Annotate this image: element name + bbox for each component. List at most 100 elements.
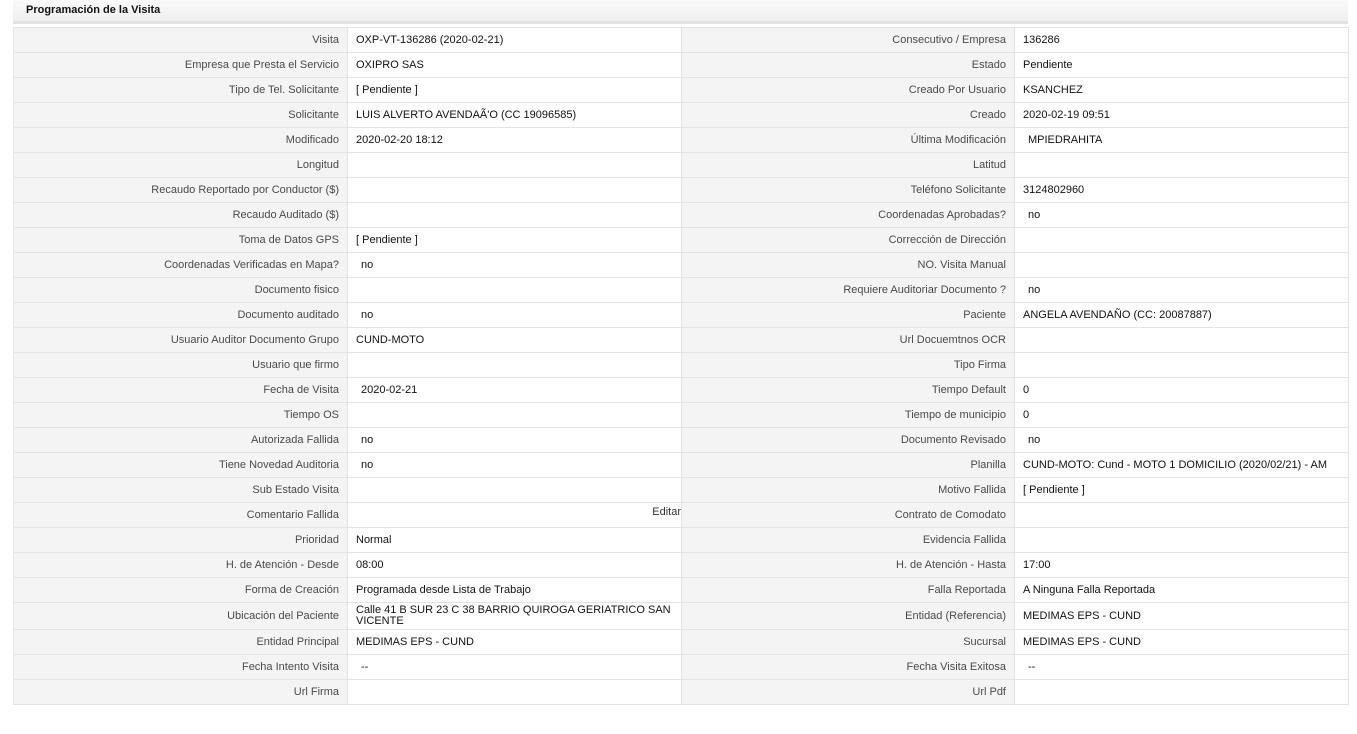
table-row: Ubicación del Paciente Calle 41 B SUR 23 … bbox=[13, 602, 1349, 630]
field-label-consecutivo-empresa: Consecutivo / Empresa bbox=[681, 27, 1015, 53]
field-label-url-pdf: Url Pdf bbox=[681, 679, 1015, 705]
field-value-creado: 2020-02-19 09:51 bbox=[1014, 102, 1349, 128]
field-value-ultima-modificacion: MPIEDRAHITA bbox=[1014, 127, 1349, 153]
table-row: Visita OXP-VT-136286 (2020-02-21) Consecut… bbox=[13, 27, 1349, 53]
field-value-entidad-principal: MEDIMAS EPS - CUND bbox=[347, 629, 682, 655]
visit-schedule-panel: Programación de la Visita Visita OXP-VT-1… bbox=[13, 0, 1349, 705]
field-label-empresa-que-presta-el-servicio: Empresa que Presta el Servicio bbox=[13, 52, 348, 78]
panel-header: Programación de la Visita bbox=[13, 0, 1348, 24]
field-label-autorizada-fallida: Autorizada Fallida bbox=[13, 427, 348, 453]
field-value-telefono-solicitante: 3124802960 bbox=[1014, 177, 1349, 203]
field-label-requiere-auditoriar-documento: Requiere Auditoriar Documento ? bbox=[681, 277, 1015, 303]
field-label-coordenadas-verificadas-en-mapa: Coordenadas Verificadas en Mapa? bbox=[13, 252, 348, 278]
field-label-documento-auditado: Documento auditado bbox=[13, 302, 348, 328]
field-value-latitud bbox=[1014, 152, 1349, 178]
field-value-comentario-fallida: Editar bbox=[347, 502, 682, 528]
field-label-ultima-modificacion: Última Modificación bbox=[681, 127, 1015, 153]
table-row: Forma de Creación Programada desde Lista … bbox=[13, 577, 1349, 603]
field-value-tiempo-default: 0 bbox=[1014, 377, 1349, 403]
table-row: Longitud Latitud bbox=[13, 152, 1349, 178]
field-value-usuario-que-firmo bbox=[347, 352, 682, 378]
field-label-sucursal: Sucursal bbox=[681, 629, 1015, 655]
field-label-contrato-de-comodato: Contrato de Comodato bbox=[681, 502, 1015, 528]
field-value-tiene-novedad-auditoria: no bbox=[347, 452, 682, 478]
field-label-usuario-auditor-documento-grupo: Usuario Auditor Documento Grupo bbox=[13, 327, 348, 353]
field-value-motivo-fallida: [ Pendiente ] bbox=[1014, 477, 1349, 503]
field-value-falla-reportada: A Ninguna Falla Reportada bbox=[1014, 577, 1349, 603]
field-label-h-de-atencion-hasta: H. de Atención - Hasta bbox=[681, 552, 1015, 578]
field-label-modificado: Modificado bbox=[13, 127, 348, 153]
field-label-paciente: Paciente bbox=[681, 302, 1015, 328]
table-row: Recaudo Reportado por Conductor ($) Teléf… bbox=[13, 177, 1349, 203]
field-value-recaudo-reportado-por-conductor bbox=[347, 177, 682, 203]
field-label-forma-de-creacion: Forma de Creación bbox=[13, 577, 348, 603]
panel-title: Programación de la Visita bbox=[26, 4, 161, 16]
field-value-empresa-que-presta-el-servicio: OXIPRO SAS bbox=[347, 52, 682, 78]
table-row: Empresa que Presta el Servicio OXIPRO SAS… bbox=[13, 52, 1349, 78]
table-row: Url Firma Url Pdf bbox=[13, 679, 1349, 705]
field-value-contrato-de-comodato bbox=[1014, 502, 1349, 528]
field-value-modificado: 2020-02-20 18:12 bbox=[347, 127, 682, 153]
field-label-tipo-firma: Tipo Firma bbox=[681, 352, 1015, 378]
field-value-longitud bbox=[347, 152, 682, 178]
field-value-coordenadas-aprobadas: no bbox=[1014, 202, 1349, 228]
field-label-tiene-novedad-auditoria: Tiene Novedad Auditoria bbox=[13, 452, 348, 478]
field-value-tipo-firma bbox=[1014, 352, 1349, 378]
table-row: Autorizada Fallida no Documento Revisado no bbox=[13, 427, 1349, 453]
table-row: Tiempo OS Tiempo de municipio 0 bbox=[13, 402, 1349, 428]
field-value-recaudo-auditado bbox=[347, 202, 682, 228]
edit-link[interactable]: Editar bbox=[652, 507, 680, 518]
field-value-documento-auditado: no bbox=[347, 302, 682, 328]
field-label-longitud: Longitud bbox=[13, 152, 348, 178]
table-row: Comentario Fallida Editar Contrato de Como… bbox=[13, 502, 1349, 528]
field-label-motivo-fallida: Motivo Fallida bbox=[681, 477, 1015, 503]
table-row: Recaudo Auditado ($) Coordenadas Aprobada… bbox=[13, 202, 1349, 228]
field-value-ubicacion-del-paciente: Calle 41 B SUR 23 C 38 BARRIO QUIROGA GE… bbox=[347, 602, 682, 630]
field-value-url-docuemtnos-ocr bbox=[1014, 327, 1349, 353]
field-value-tiempo-de-municipio: 0 bbox=[1014, 402, 1349, 428]
field-value-visita: OXP-VT-136286 (2020-02-21) bbox=[347, 27, 682, 53]
field-label-coordenadas-aprobadas: Coordenadas Aprobadas? bbox=[681, 202, 1015, 228]
field-value-sub-estado-visita bbox=[347, 477, 682, 503]
table-row: Entidad Principal MEDIMAS EPS - CUND Sucur… bbox=[13, 629, 1349, 655]
field-label-telefono-solicitante: Teléfono Solicitante bbox=[681, 177, 1015, 203]
field-value-fecha-visita-exitosa: -- bbox=[1014, 654, 1349, 680]
table-row: Usuario que firmo Tipo Firma bbox=[13, 352, 1349, 378]
field-label-prioridad: Prioridad bbox=[13, 527, 348, 553]
field-value-estado: Pendiente bbox=[1014, 52, 1349, 78]
field-label-entidad-principal: Entidad Principal bbox=[13, 629, 348, 655]
field-label-comentario-fallida: Comentario Fallida bbox=[13, 502, 348, 528]
field-value-entidad-referencia: MEDIMAS EPS - CUND bbox=[1014, 602, 1349, 630]
table-row: H. de Atención - Desde 08:00 H. de Atenció… bbox=[13, 552, 1349, 578]
field-value-forma-de-creacion: Programada desde Lista de Trabajo bbox=[347, 577, 682, 603]
field-value-coordenadas-verificadas-en-mapa: no bbox=[347, 252, 682, 278]
field-value-documento-revisado: no bbox=[1014, 427, 1349, 453]
table-row: Prioridad Normal Evidencia Fallida bbox=[13, 527, 1349, 553]
field-label-latitud: Latitud bbox=[681, 152, 1015, 178]
field-label-documento-revisado: Documento Revisado bbox=[681, 427, 1015, 453]
field-value-paciente: ANGELA AVENDAÑO (CC: 20087887) bbox=[1014, 302, 1349, 328]
table-row: Usuario Auditor Documento Grupo CUND-MOTO… bbox=[13, 327, 1349, 353]
field-label-tiempo-default: Tiempo Default bbox=[681, 377, 1015, 403]
field-label-fecha-de-visita: Fecha de Visita bbox=[13, 377, 348, 403]
visit-details-table: Visita OXP-VT-136286 (2020-02-21) Consecut… bbox=[13, 27, 1349, 705]
field-value-tipo-de-tel-solicitante: [ Pendiente ] bbox=[347, 77, 682, 103]
table-row: Fecha Intento Visita -- Fecha Visita Exito… bbox=[13, 654, 1349, 680]
field-value-h-de-atencion-hasta: 17:00 bbox=[1014, 552, 1349, 578]
table-row: Documento auditado no Paciente ANGELA AVEND… bbox=[13, 302, 1349, 328]
field-value-sucursal: MEDIMAS EPS - CUND bbox=[1014, 629, 1349, 655]
table-row: Toma de Datos GPS[ Pendiente ] Corrección… bbox=[13, 227, 1349, 253]
field-value-prioridad: Normal bbox=[347, 527, 682, 553]
field-label-fecha-visita-exitosa: Fecha Visita Exitosa bbox=[681, 654, 1015, 680]
table-row: Fecha de Visita 2020-02-21 Tiempo Default 0 bbox=[13, 377, 1349, 403]
field-label-url-firma: Url Firma bbox=[13, 679, 348, 705]
field-value-autorizada-fallida: no bbox=[347, 427, 682, 453]
field-label-evidencia-fallida: Evidencia Fallida bbox=[681, 527, 1015, 553]
field-value-tiempo-os bbox=[347, 402, 682, 428]
visit-details-rows: Visita OXP-VT-136286 (2020-02-21) Consecut… bbox=[13, 27, 1349, 705]
field-label-recaudo-auditado: Recaudo Auditado ($) bbox=[13, 202, 348, 228]
field-label-ubicacion-del-paciente: Ubicación del Paciente bbox=[13, 602, 348, 630]
field-label-entidad-referencia: Entidad (Referencia) bbox=[681, 602, 1015, 630]
field-label-creado: Creado bbox=[681, 102, 1015, 128]
field-value-solicitante: LUIS ALVERTO AVENDAÃ'O (CC 19096585) bbox=[347, 102, 682, 128]
